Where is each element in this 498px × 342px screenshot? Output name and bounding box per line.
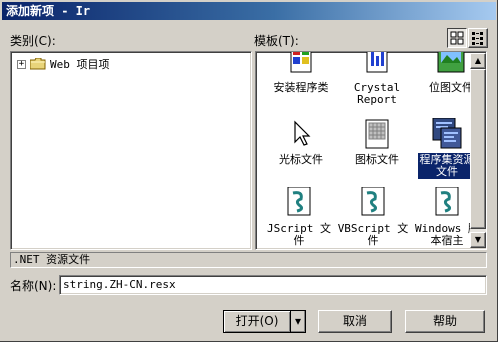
scroll-thumb[interactable]: [470, 69, 486, 229]
tree-item-web-project-items[interactable]: + Web 项目项: [17, 56, 110, 72]
template-label: 图标文件: [355, 153, 399, 166]
name-input-value: string.ZH-CN.resx: [63, 278, 176, 291]
description-text: .NET 资源文件: [13, 253, 91, 266]
name-label: 名称(N):: [10, 279, 57, 293]
crystal-report-icon: [361, 52, 393, 78]
windows-script-host-icon: [431, 186, 463, 219]
template-vbscript-file[interactable]: VBScript 文 件: [332, 186, 414, 248]
template-label: 光标文件: [279, 153, 323, 166]
folder-icon: [29, 57, 46, 70]
jscript-file-icon: [283, 186, 315, 219]
template-label: JScript 文 件: [267, 222, 331, 247]
template-cursor-file[interactable]: 光标文件: [262, 118, 340, 167]
icon-file-icon: [361, 118, 393, 150]
small-icons-view-button[interactable]: [468, 28, 488, 48]
name-input[interactable]: string.ZH-CN.resx: [59, 275, 487, 295]
large-icons-view-button[interactable]: [447, 28, 467, 48]
installer-class-icon: [285, 52, 317, 78]
tree-item-label: Web 项目项: [50, 58, 110, 71]
templates-scrollbar[interactable]: ▲ ▼: [470, 53, 486, 248]
assembly-resource-icon: [431, 117, 463, 150]
cancel-button-label: 取消: [342, 314, 367, 328]
small-icons-view-icon: [472, 32, 483, 45]
template-label: 程序集资源 文件: [417, 153, 477, 179]
template-crystal-report[interactable]: Crystal Report: [338, 52, 416, 107]
cursor-file-icon: [285, 118, 317, 150]
open-dropdown-button[interactable]: ▾: [290, 310, 306, 333]
large-icons-view-icon: [450, 31, 464, 45]
help-button-label: 帮助: [432, 314, 457, 328]
add-new-item-dialog: 添加新项 - Ir 类别(C): + Web 项目项 模板(T): 安装程序类 …: [0, 0, 498, 342]
template-jscript-file[interactable]: JScript 文 件: [260, 186, 338, 248]
template-installer-class[interactable]: 安装程序类: [262, 52, 340, 95]
template-label: 安装程序类: [273, 81, 329, 94]
templates-label: 模板(T):: [254, 34, 299, 48]
title-bar[interactable]: 添加新项 - Ir: [2, 2, 496, 20]
expand-icon[interactable]: +: [17, 59, 26, 69]
cancel-button[interactable]: 取消: [318, 310, 392, 333]
open-button-label: 打开(O): [235, 314, 279, 328]
categories-tree[interactable]: + Web 项目项: [10, 51, 252, 250]
categories-label: 类别(C):: [10, 34, 56, 48]
templates-list[interactable]: 安装程序类 Crystal Report 位图文件 光标文件 图标文件 程序集资…: [255, 51, 487, 250]
chevron-down-icon: ▾: [294, 314, 302, 328]
open-button[interactable]: 打开(O): [223, 310, 291, 333]
bitmap-file-icon: [435, 52, 467, 78]
template-label: Crystal Report: [353, 81, 401, 106]
template-label: VBScript 文 件: [337, 222, 409, 247]
help-button[interactable]: 帮助: [405, 310, 485, 333]
window-title: 添加新项 - Ir: [6, 4, 91, 18]
vbscript-file-icon: [357, 186, 389, 219]
scroll-down-button[interactable]: ▼: [470, 232, 486, 248]
scroll-up-button[interactable]: ▲: [470, 53, 486, 69]
description-box: .NET 资源文件: [10, 252, 487, 268]
template-label: 位图文件: [429, 81, 473, 94]
